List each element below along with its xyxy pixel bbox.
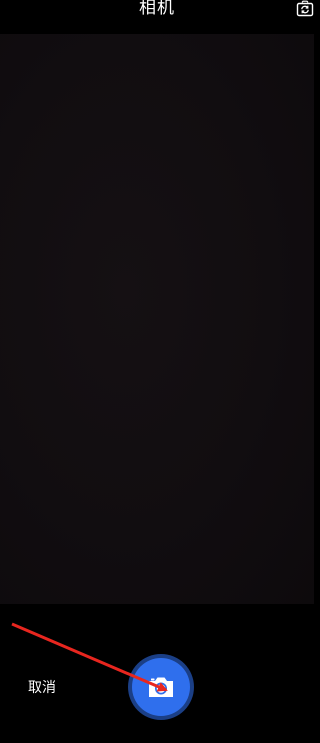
camera-screen: 相机 取消 [0,0,314,743]
page-title: 相机 [139,0,175,18]
top-bar: 相机 [0,0,314,34]
camera-icon [149,677,173,697]
camera-viewfinder [0,34,314,604]
shutter-button[interactable] [132,658,190,716]
camera-switch-icon [296,0,314,17]
cancel-button[interactable]: 取消 [28,677,56,699]
camera-switch-button[interactable] [296,0,314,18]
